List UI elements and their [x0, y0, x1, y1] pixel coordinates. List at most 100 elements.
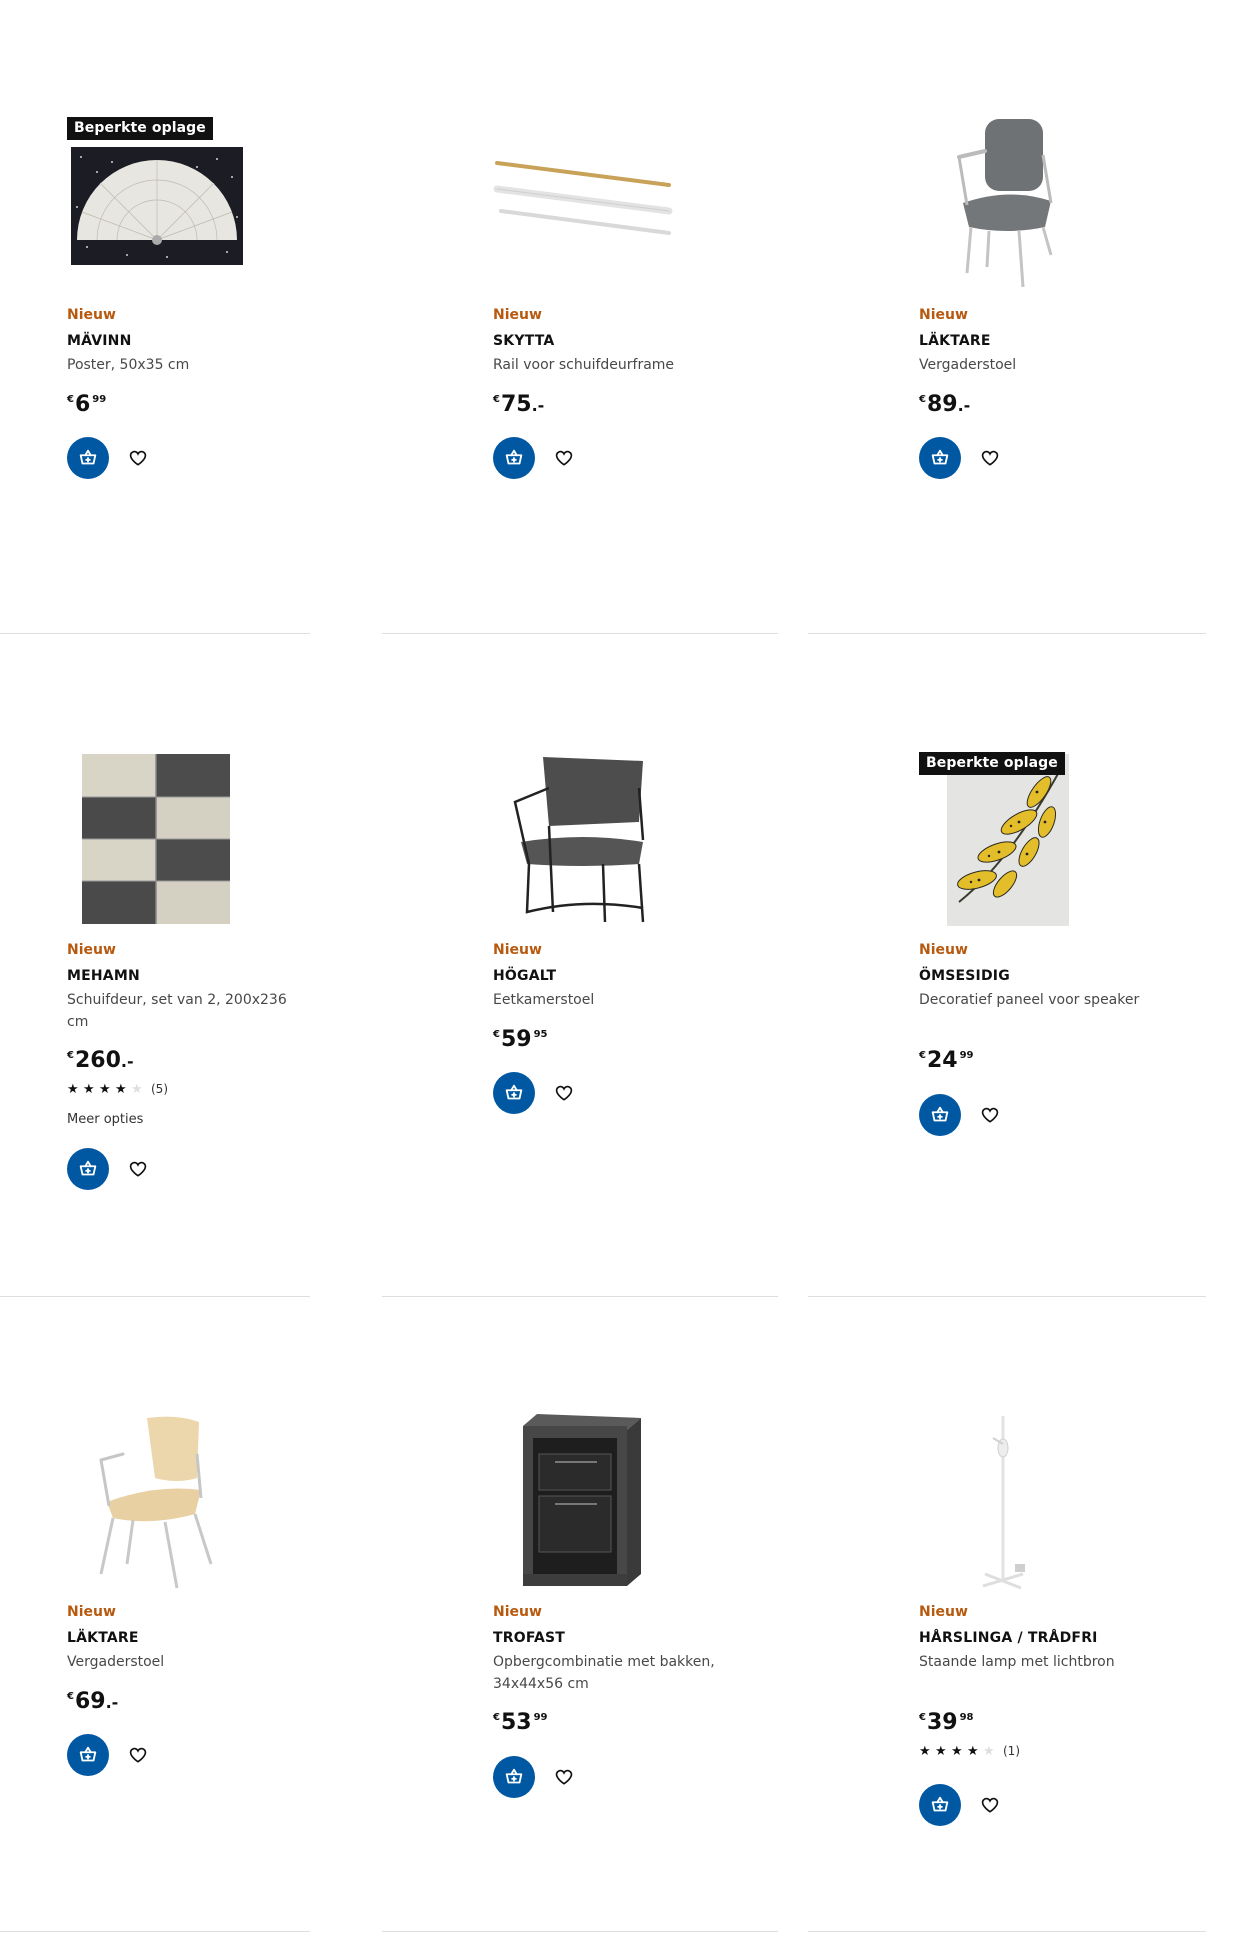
- row-divider: [0, 1931, 310, 1932]
- star-icon: ★: [115, 1082, 127, 1097]
- new-label: Nieuw: [493, 1604, 542, 1620]
- product-rating: ★ ★ ★ ★ ★ (1): [919, 1744, 1020, 1759]
- storage-image[interactable]: [493, 1414, 673, 1594]
- product-description: Vergaderstoel: [67, 1654, 165, 1670]
- poster-image[interactable]: [67, 117, 247, 297]
- product-price: €69.-: [67, 1689, 119, 1714]
- product-price: €75.-: [493, 392, 545, 417]
- add-to-cart-icon: [79, 449, 97, 465]
- favorite-button[interactable]: [549, 1078, 579, 1108]
- floor-lamp-image[interactable]: [919, 1414, 1099, 1594]
- add-to-cart-button[interactable]: [919, 1094, 961, 1136]
- product-price: €24 99: [919, 1048, 974, 1073]
- new-label: Nieuw: [493, 307, 542, 323]
- product-price: €6 99: [67, 392, 107, 417]
- product-description: Staande lamp met lichtbron: [919, 1654, 1115, 1670]
- heart-icon: [555, 450, 573, 466]
- heart-icon: [981, 1107, 999, 1123]
- add-to-cart-button[interactable]: [67, 1148, 109, 1190]
- heart-icon: [129, 1161, 147, 1177]
- add-to-cart-icon: [79, 1746, 97, 1762]
- favorite-button[interactable]: [123, 443, 153, 473]
- grey-chair-image[interactable]: [919, 117, 1099, 297]
- add-to-cart-icon: [505, 449, 523, 465]
- product-rating: ★ ★ ★ ★ ★ (5): [67, 1082, 168, 1097]
- heart-icon: [129, 450, 147, 466]
- star-icon: ★: [951, 1744, 963, 1759]
- product-name[interactable]: ÖMSESIDIG: [919, 968, 1010, 984]
- dining-chair-image[interactable]: [493, 752, 673, 932]
- favorite-button[interactable]: [975, 443, 1005, 473]
- product-description: Poster, 50x35 cm: [67, 357, 190, 373]
- star-icon: ★: [131, 1082, 143, 1097]
- review-count[interactable]: (1): [1003, 1744, 1020, 1758]
- leaf-panel-image[interactable]: [919, 752, 1099, 932]
- add-to-cart-icon: [505, 1768, 523, 1784]
- star-icon: ★: [67, 1082, 79, 1097]
- row-divider: [808, 1931, 1206, 1932]
- review-count[interactable]: (5): [151, 1082, 168, 1096]
- star-icon: ★: [83, 1082, 95, 1097]
- product-name[interactable]: SKYTTA: [493, 333, 554, 349]
- new-label: Nieuw: [67, 942, 116, 958]
- row-divider: [382, 633, 778, 634]
- add-to-cart-button[interactable]: [919, 1784, 961, 1826]
- add-to-cart-button[interactable]: [493, 1756, 535, 1798]
- add-to-cart-button[interactable]: [67, 1734, 109, 1776]
- product-name[interactable]: TROFAST: [493, 1630, 565, 1646]
- new-label: Nieuw: [919, 1604, 968, 1620]
- favorite-button[interactable]: [549, 1762, 579, 1792]
- product-description: Schuifdeur, set van 2, 200x236 cm: [67, 992, 287, 1030]
- favorite-button[interactable]: [975, 1790, 1005, 1820]
- heart-icon: [555, 1769, 573, 1785]
- product-description: Decoratief paneel voor speaker: [919, 992, 1140, 1008]
- new-label: Nieuw: [919, 307, 968, 323]
- product-price: €53 99: [493, 1710, 548, 1735]
- row-divider: [808, 633, 1206, 634]
- product-name[interactable]: MEHAMN: [67, 968, 140, 984]
- product-name[interactable]: LÄKTARE: [67, 1630, 139, 1646]
- product-price: €39 98: [919, 1710, 974, 1735]
- product-name[interactable]: HÖGALT: [493, 968, 556, 984]
- product-name[interactable]: HÅRSLINGA / TRÅDFRI: [919, 1630, 1098, 1646]
- row-divider: [382, 1931, 778, 1932]
- row-divider: [0, 633, 310, 634]
- product-description: Rail voor schuifdeurframe: [493, 357, 675, 373]
- heart-icon: [555, 1085, 573, 1101]
- rail-image[interactable]: [493, 117, 673, 297]
- add-to-cart-button[interactable]: [493, 437, 535, 479]
- heart-icon: [981, 1797, 999, 1813]
- star-icon: ★: [935, 1744, 947, 1759]
- product-name[interactable]: LÄKTARE: [919, 333, 991, 349]
- add-to-cart-icon: [505, 1084, 523, 1100]
- add-to-cart-icon: [931, 1796, 949, 1812]
- favorite-button[interactable]: [123, 1154, 153, 1184]
- row-divider: [808, 1296, 1206, 1297]
- star-icon: ★: [967, 1744, 979, 1759]
- sliding-door-image[interactable]: [67, 752, 247, 932]
- add-to-cart-button[interactable]: [67, 437, 109, 479]
- add-to-cart-icon: [931, 449, 949, 465]
- add-to-cart-icon: [79, 1160, 97, 1176]
- birch-chair-image[interactable]: [67, 1414, 247, 1594]
- limited-edition-badge: Beperkte oplage: [919, 752, 1065, 775]
- product-description: Vergaderstoel: [919, 357, 1017, 373]
- add-to-cart-button[interactable]: [493, 1072, 535, 1114]
- row-divider: [0, 1296, 310, 1297]
- more-options-link[interactable]: Meer opties: [67, 1112, 143, 1127]
- product-name[interactable]: MÄVINN: [67, 333, 132, 349]
- favorite-button[interactable]: [549, 443, 579, 473]
- new-label: Nieuw: [919, 942, 968, 958]
- product-description: Eetkamerstoel: [493, 992, 595, 1008]
- add-to-cart-icon: [931, 1106, 949, 1122]
- star-icon: ★: [919, 1744, 931, 1759]
- heart-icon: [981, 450, 999, 466]
- add-to-cart-button[interactable]: [919, 437, 961, 479]
- favorite-button[interactable]: [975, 1100, 1005, 1130]
- favorite-button[interactable]: [123, 1740, 153, 1770]
- star-icon: ★: [983, 1744, 995, 1759]
- product-price: €59 95: [493, 1027, 548, 1052]
- product-description: Opbergcombinatie met bakken, 34x44x56 cm: [493, 1654, 715, 1692]
- row-divider: [382, 1296, 778, 1297]
- product-price: €260.-: [67, 1048, 134, 1073]
